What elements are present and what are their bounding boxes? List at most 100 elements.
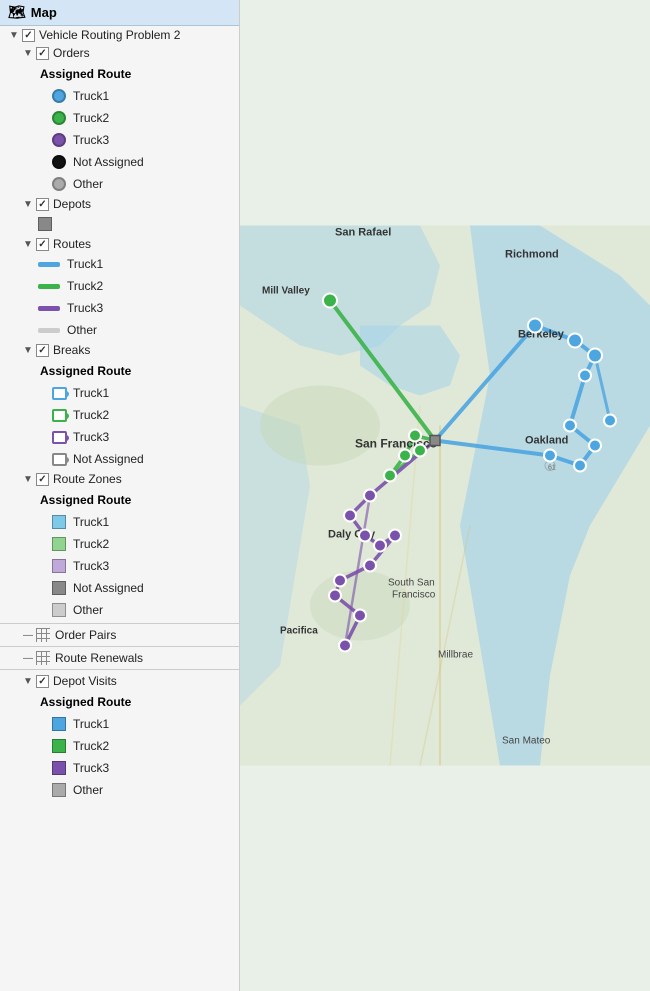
legend-label: Truck1 <box>73 515 109 529</box>
route-zones-node[interactable]: ▼ Route Zones <box>0 470 239 488</box>
legend-item: Other <box>0 173 239 195</box>
legend-item: Truck2 <box>0 735 239 757</box>
breaks-checkbox[interactable] <box>36 344 49 357</box>
legend-label: Other <box>73 603 103 617</box>
legend-label: Truck3 <box>73 430 109 444</box>
depots-items <box>0 213 239 235</box>
orders-checkbox[interactable] <box>36 47 49 60</box>
vrp-arrow: ▼ <box>8 29 20 41</box>
route-zones-checkbox[interactable] <box>36 473 49 486</box>
legend-label: Truck3 <box>73 559 109 573</box>
legend-item: Truck3 <box>0 426 239 448</box>
break-icon <box>50 406 68 424</box>
left-panel: 🗺 Map ▼ Vehicle Routing Problem 2 ▼ Orde… <box>0 0 240 991</box>
depot-visits-checkbox[interactable] <box>36 675 49 688</box>
legend-item: Other <box>0 599 239 621</box>
route-zones-arrow: ▼ <box>22 473 34 485</box>
square-icon <box>50 579 68 597</box>
legend-item: Not Assigned <box>0 151 239 173</box>
vrp-label: Vehicle Routing Problem 2 <box>39 28 180 42</box>
legend-label: Truck3 <box>73 133 109 147</box>
legend-label: Other <box>67 323 97 337</box>
orders-arrow: ▼ <box>22 47 34 59</box>
legend-item: Truck1 <box>0 382 239 404</box>
legend-label: Truck2 <box>73 408 109 422</box>
legend-label: Not Assigned <box>73 155 144 169</box>
map-icon: 🗺 <box>8 4 26 21</box>
depot-visits-arrow: ▼ <box>22 675 34 687</box>
legend-label: Truck2 <box>73 739 109 753</box>
svg-text:South San: South San <box>388 578 435 589</box>
svg-text:Pacifica: Pacifica <box>280 626 318 637</box>
legend-item: Truck3 <box>0 297 239 319</box>
routes-node[interactable]: ▼ Routes <box>0 235 239 253</box>
depot-visits-node[interactable]: ▼ Depot Visits <box>0 672 239 690</box>
square-icon <box>50 759 68 777</box>
depots-arrow: ▼ <box>22 198 34 210</box>
break-icon <box>50 450 68 468</box>
svg-text:Richmond: Richmond <box>505 249 559 261</box>
orders-node[interactable]: ▼ Orders <box>0 44 239 62</box>
circle-icon <box>50 87 68 105</box>
vrp-node[interactable]: ▼ Vehicle Routing Problem 2 <box>0 26 239 44</box>
break-icon <box>50 428 68 446</box>
legend-label: Not Assigned <box>73 581 144 595</box>
square-icon <box>36 215 54 233</box>
depots-node[interactable]: ▼ Depots <box>0 195 239 213</box>
legend-label: Other <box>73 783 103 797</box>
routes-checkbox[interactable] <box>36 238 49 251</box>
legend-item: Truck3 <box>0 555 239 577</box>
legend-item: Other <box>0 319 239 341</box>
breaks-items: Truck1 Truck2 Truck3 Not Assigned <box>0 382 239 470</box>
square-icon <box>50 737 68 755</box>
break-icon <box>50 384 68 402</box>
legend-item: Truck2 <box>0 275 239 297</box>
vrp-checkbox[interactable] <box>22 29 35 42</box>
depot-visits-group-label: Assigned Route <box>0 690 239 713</box>
order-pairs-node[interactable]: — Order Pairs <box>0 626 239 644</box>
legend-item: Truck3 <box>0 757 239 779</box>
route-renewals-node[interactable]: — Route Renewals <box>0 649 239 667</box>
route-zones-items: Truck1 Truck2 Truck3 Not Assigned Other <box>0 511 239 621</box>
circle-icon <box>50 109 68 127</box>
square-icon <box>50 781 68 799</box>
orders-items: Truck1 Truck2 Truck3 Not Assigned Other <box>0 85 239 195</box>
routes-label: Routes <box>53 237 91 251</box>
legend-item: Truck2 <box>0 404 239 426</box>
map-svg: 61 <box>240 0 650 991</box>
line-icon <box>36 255 62 273</box>
square-icon <box>50 513 68 531</box>
legend-label: Truck1 <box>67 257 103 271</box>
routes-items: Truck1 Truck2 Truck3 Other <box>0 253 239 341</box>
breaks-node[interactable]: ▼ Breaks <box>0 341 239 359</box>
svg-text:Francisco: Francisco <box>392 590 436 601</box>
legend-item: Truck2 <box>0 107 239 129</box>
route-renewals-arrow: — <box>22 652 34 664</box>
legend-item: Truck1 <box>0 253 239 275</box>
legend-label: Other <box>73 177 103 191</box>
route-zones-group-label: Assigned Route <box>0 488 239 511</box>
orders-group-label: Assigned Route <box>0 62 239 85</box>
legend-item <box>0 213 239 235</box>
legend-item: Truck2 <box>0 533 239 555</box>
svg-text:61: 61 <box>548 465 556 472</box>
legend-label: Truck3 <box>67 301 103 315</box>
route-renewals-label: Route Renewals <box>55 651 143 665</box>
legend-label: Not Assigned <box>73 452 144 466</box>
depot-visits-items: Truck1Truck2Truck3Other <box>0 713 239 801</box>
legend-item: Truck1 <box>0 511 239 533</box>
panel-title-label: Map <box>31 5 57 20</box>
legend-label: Truck2 <box>73 537 109 551</box>
svg-text:Millbrae: Millbrae <box>438 650 473 661</box>
depots-checkbox[interactable] <box>36 198 49 211</box>
line-icon <box>36 277 62 295</box>
legend-item: Other <box>0 779 239 801</box>
order-pairs-grid-icon <box>36 628 50 642</box>
depots-label: Depots <box>53 197 91 211</box>
legend-item: Not Assigned <box>0 448 239 470</box>
line-icon <box>36 299 62 317</box>
circle-icon <box>50 131 68 149</box>
legend-label: Truck1 <box>73 89 109 103</box>
map-area: 61 <box>240 0 650 991</box>
svg-text:San Rafael: San Rafael <box>335 227 391 239</box>
